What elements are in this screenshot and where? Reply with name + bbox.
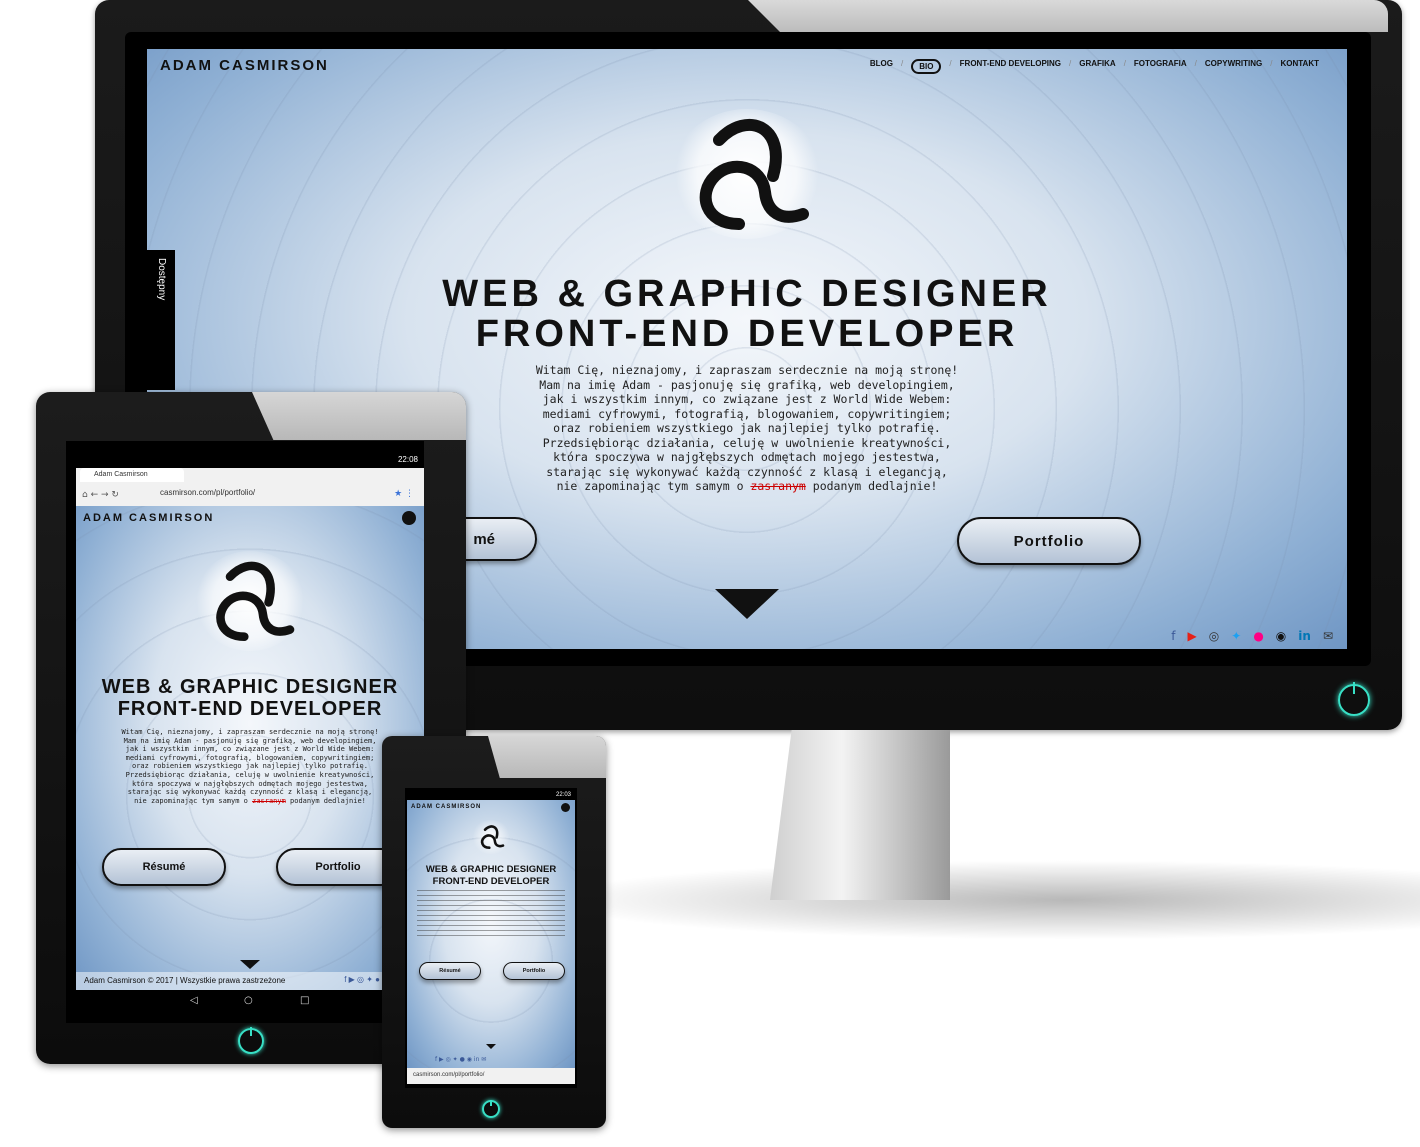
bookmark-star-icon[interactable]: ★ ⋮ — [394, 489, 414, 499]
tablet-footer: Adam Casmirson © 2017 | Wszystkie prawa … — [76, 972, 424, 990]
intro-text: Witam Cię, nieznajomy, i zapraszam serde… — [535, 363, 959, 493]
menu-icon[interactable] — [402, 511, 416, 525]
tablet-power-icon[interactable] — [238, 1027, 264, 1054]
social-icons-mini[interactable]: f ▶ ◎ ✦ ● ◉ in ✉ — [435, 1056, 486, 1063]
monitor-stand — [770, 730, 950, 900]
youtube-icon[interactable]: ▶ — [1188, 629, 1197, 643]
intro-text-miniature — [417, 890, 565, 938]
social-icons-mini[interactable]: f ▶ ◎ ✦ ● — [344, 975, 380, 984]
github-icon[interactable]: ◉ — [1276, 629, 1286, 643]
availability-tab[interactable]: Dostępny — [147, 250, 175, 390]
recents-icon[interactable]: □ — [300, 995, 309, 1006]
facebook-icon[interactable]: f — [1171, 629, 1175, 643]
copyright-text: Adam Casmirson © 2017 | Wszystkie prawa … — [84, 976, 286, 985]
phone-status-time: 22:03 — [555, 792, 571, 798]
portfolio-button[interactable]: Portfolio — [957, 517, 1141, 565]
main-nav: BLOG / BIO / FRONT-END DEVELOPING / GRAFIKA… — [870, 59, 1319, 74]
flickr-icon[interactable]: ● — [1253, 629, 1263, 643]
resume-button[interactable]: Résumé — [419, 962, 481, 980]
browser-url-field[interactable]: casmirson.com/pl/portfolio/ — [160, 488, 390, 500]
headline-line-1: WEB & GRAPHIC DESIGNER — [101, 676, 399, 698]
scroll-down-arrow-icon[interactable] — [715, 589, 779, 619]
nav-front-end[interactable]: FRONT-END DEVELOPING — [960, 59, 1061, 74]
nav-copywriting[interactable]: COPYWRITING — [1205, 59, 1262, 74]
site-brand[interactable]: ADAM CASMIRSON — [160, 57, 329, 74]
tablet-status-bar: 22:08 — [66, 452, 424, 468]
nav-kontakt[interactable]: KONTAKT — [1280, 59, 1319, 74]
social-links: f ▶ ◎ ✦ ● ◉ in ✉ — [1171, 629, 1333, 643]
monitor-stand-shadow — [540, 860, 1420, 940]
logo-icon[interactable] — [471, 820, 511, 854]
intro-text: Witam Cię, nieznajomy, i zapraszam serde… — [121, 728, 379, 805]
tablet-status-time: 22:08 — [397, 455, 418, 464]
headline-line-1: WEB & GRAPHIC DESIGNER — [442, 273, 1052, 315]
nav-blog[interactable]: BLOG — [870, 59, 893, 74]
phone-gloss — [488, 736, 606, 778]
home-icon[interactable]: ○ — [244, 995, 253, 1006]
instagram-icon[interactable]: ◎ — [1209, 629, 1219, 643]
browser-tab[interactable]: Adam Casmirson — [80, 468, 184, 482]
menu-icon[interactable] — [561, 803, 570, 812]
site-brand[interactable]: ADAM CASMIRSON — [411, 804, 481, 810]
scroll-down-arrow-icon[interactable] — [486, 1044, 496, 1049]
logo-icon[interactable] — [672, 109, 822, 239]
android-nav-bar: ◁ ○ □ — [66, 990, 424, 1014]
phone-url-field[interactable]: casmirson.com/pl/portfolio/ — [407, 1068, 575, 1084]
resume-button[interactable]: Résumé — [102, 848, 226, 886]
back-icon[interactable]: ◁ — [190, 995, 198, 1006]
monitor-power-icon[interactable] — [1338, 682, 1370, 716]
tablet-gloss — [252, 392, 466, 440]
headline-line-2: FRONT-END DEVELOPER — [475, 313, 1019, 355]
logo-icon[interactable] — [195, 551, 305, 651]
tablet-screen: ADAM CASMIRSON WEB & GRAPHIC DESIGNER FR… — [76, 506, 424, 990]
portfolio-button[interactable]: Portfolio — [503, 962, 565, 980]
headline-line-2: FRONT-END DEVELOPER — [432, 876, 550, 887]
nav-grafika[interactable]: GRAFIKA — [1079, 59, 1115, 74]
phone-screen: ADAM CASMIRSON WEB & GRAPHIC DESIGNER FR… — [407, 800, 575, 1068]
linkedin-icon[interactable]: in — [1298, 629, 1311, 643]
headline-line-1: WEB & GRAPHIC DESIGNER — [425, 864, 557, 875]
headline-line-2: FRONT-END DEVELOPER — [117, 698, 383, 720]
monitor-gloss — [748, 0, 1388, 32]
site-brand[interactable]: ADAM CASMIRSON — [83, 512, 214, 524]
nav-bio[interactable]: BIO — [911, 59, 942, 74]
browser-nav-icons[interactable]: ⌂ ← → ↻ — [82, 490, 119, 500]
mail-icon[interactable]: ✉ — [1323, 629, 1333, 643]
scroll-down-arrow-icon[interactable] — [240, 960, 260, 969]
nav-fotografia[interactable]: FOTOGRAFIA — [1134, 59, 1187, 74]
twitter-icon[interactable]: ✦ — [1231, 629, 1241, 643]
phone-power-icon[interactable] — [482, 1100, 500, 1118]
